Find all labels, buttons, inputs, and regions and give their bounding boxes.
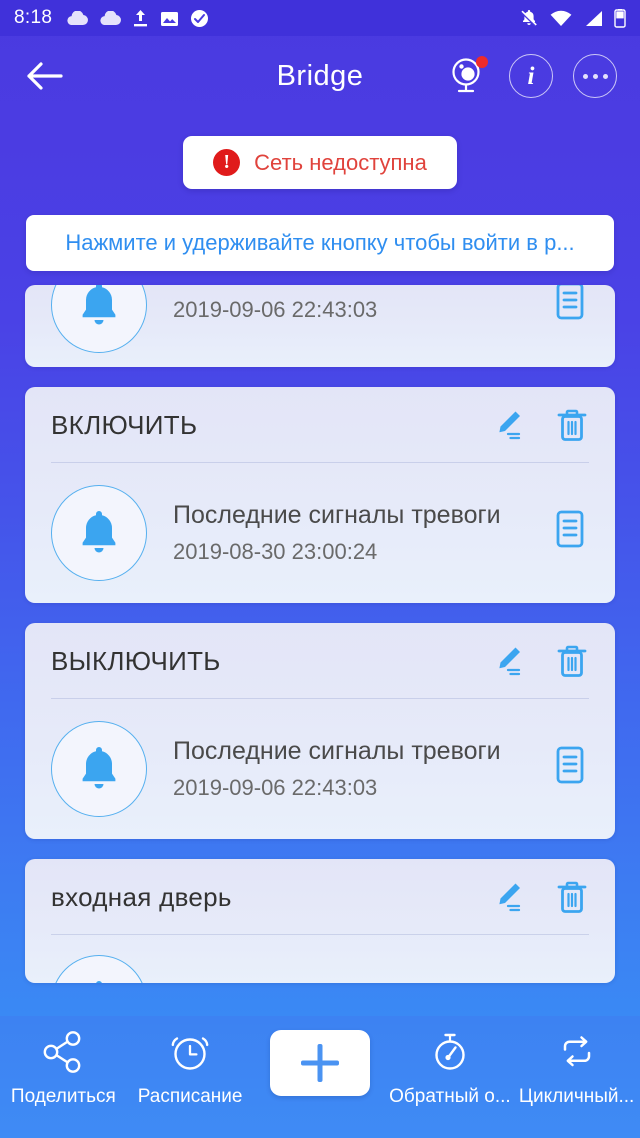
- device-card[interactable]: ВЫКЛЮЧИТЬ Последние сигналы тревоги 2019…: [25, 623, 615, 839]
- share-icon: [43, 1031, 81, 1073]
- bell-icon: [82, 511, 116, 553]
- card-title: ВКЛЮЧИТЬ: [51, 409, 198, 440]
- network-status-text: Сеть недоступна: [254, 149, 427, 175]
- edit-pencil-icon: [499, 647, 521, 676]
- card-body: [25, 935, 615, 983]
- alarm-label: Последние сигналы тревоги: [173, 737, 501, 765]
- status-bar-right-icons: [519, 8, 626, 28]
- card-clipped-region: 2019-09-06 22:43:03: [25, 285, 615, 367]
- status-bar-left-icons: [66, 9, 209, 28]
- edit-button[interactable]: [491, 408, 525, 442]
- card-body: Последние сигналы тревоги 2019-09-06 22:…: [25, 699, 615, 839]
- upload-icon: [134, 10, 148, 27]
- nav-item-cyclic[interactable]: Цикличный...: [513, 1030, 640, 1108]
- nav-item-countdown[interactable]: Обратный о...: [387, 1030, 514, 1108]
- card-text: 2019-09-06 22:43:03: [173, 288, 525, 323]
- delete-button[interactable]: [555, 879, 589, 915]
- cloud-icon: [100, 10, 122, 25]
- card-header: ВЫКЛЮЧИТЬ: [25, 623, 615, 699]
- alarm-label: Последние сигналы тревоги: [173, 501, 501, 529]
- app-header: Bridge i: [0, 36, 640, 116]
- log-document-icon: [556, 510, 584, 547]
- card-actions: [491, 407, 589, 443]
- error-icon: !: [213, 149, 241, 176]
- log-button[interactable]: [551, 285, 589, 330]
- bell-avatar: [51, 485, 147, 581]
- card-title: входная дверь: [51, 881, 232, 912]
- camera-button[interactable]: [444, 53, 490, 99]
- bell-avatar: [51, 721, 147, 817]
- back-arrow-icon: [27, 62, 63, 90]
- card-clipped-region: [25, 935, 615, 983]
- status-bar: 8:18: [0, 0, 640, 36]
- delete-button[interactable]: [555, 407, 589, 443]
- trash-icon: [557, 645, 587, 677]
- check-circle-icon: [191, 9, 209, 27]
- card-text: Последние сигналы тревоги 2019-08-30 23:…: [173, 501, 525, 565]
- bell-icon: [82, 747, 116, 789]
- bell-avatar: [51, 955, 147, 983]
- edit-button[interactable]: [491, 644, 525, 678]
- nav-item-add: [253, 1030, 386, 1096]
- card-body: Последние сигналы тревоги 2019-08-30 23:…: [25, 463, 615, 603]
- plus-icon: [301, 1044, 339, 1082]
- log-document-icon: [556, 285, 584, 319]
- network-banner-wrap: ! Сеть недоступна: [0, 136, 640, 189]
- card-actions: [491, 879, 589, 915]
- trash-icon: [557, 881, 587, 913]
- edit-button[interactable]: [491, 880, 525, 914]
- device-card[interactable]: ВКЛЮЧИТЬ Последние сигналы тревоги 2019-…: [25, 387, 615, 603]
- nav-item-share[interactable]: Поделиться: [0, 1030, 127, 1108]
- nav-label: Цикличный...: [518, 1086, 635, 1107]
- log-button[interactable]: [551, 509, 589, 558]
- more-options-icon: [573, 54, 617, 98]
- edit-pencil-icon: [499, 883, 521, 912]
- loop-icon: [563, 1036, 590, 1067]
- log-button[interactable]: [551, 745, 589, 794]
- bell-off-icon: [520, 10, 537, 27]
- nav-label: Поделиться: [10, 1086, 116, 1107]
- device-card-list: 2019-09-06 22:43:03 ВКЛЮЧИТЬ Последние с…: [0, 285, 640, 983]
- bell-avatar: [51, 285, 147, 353]
- hint-bar[interactable]: Нажмите и удерживайте кнопку чтобы войти…: [26, 215, 614, 271]
- card-header: ВКЛЮЧИТЬ: [25, 387, 615, 463]
- card-text: Последние сигналы тревоги 2019-09-06 22:…: [173, 737, 525, 801]
- more-options-button[interactable]: [572, 53, 618, 99]
- status-bar-time: 8:18: [14, 7, 53, 28]
- nav-item-schedule[interactable]: Расписание: [127, 1030, 254, 1108]
- battery-icon: [614, 8, 626, 28]
- notification-badge: [476, 56, 488, 68]
- add-button[interactable]: [270, 1030, 370, 1096]
- bottom-navigation: Поделиться Расписание Обратный о... Цикл…: [0, 1016, 640, 1138]
- header-actions: i: [444, 53, 618, 99]
- info-button[interactable]: i: [508, 53, 554, 99]
- card-title: ВЫКЛЮЧИТЬ: [51, 645, 221, 676]
- card-body: 2019-09-06 22:43:03: [25, 285, 615, 367]
- card-header: входная дверь: [25, 859, 615, 935]
- bell-icon: [96, 981, 102, 983]
- device-card[interactable]: 2019-09-06 22:43:03: [25, 285, 615, 367]
- alarm-time: 2019-08-30 23:00:24: [173, 539, 378, 564]
- log-document-icon: [556, 746, 584, 783]
- nav-label: Обратный о...: [389, 1086, 511, 1107]
- device-card[interactable]: входная дверь: [25, 859, 615, 983]
- back-button[interactable]: [22, 54, 66, 98]
- cellular-signal-icon: [586, 10, 602, 26]
- nav-label: Расписание: [137, 1086, 243, 1107]
- cloud-icon: [67, 10, 89, 25]
- alarm-time: 2019-09-06 22:43:03: [173, 296, 378, 322]
- image-icon: [161, 11, 179, 26]
- card-actions: [491, 643, 589, 679]
- edit-pencil-icon: [499, 411, 521, 440]
- alarm-clock-icon: [171, 1037, 209, 1070]
- info-icon: i: [509, 54, 553, 98]
- network-status-banner: ! Сеть недоступна: [183, 136, 457, 189]
- trash-icon: [557, 409, 587, 441]
- bell-icon: [82, 285, 116, 325]
- stopwatch-icon: [435, 1033, 465, 1070]
- delete-button[interactable]: [555, 643, 589, 679]
- alarm-time: 2019-09-06 22:43:03: [173, 775, 378, 800]
- wifi-icon: [550, 10, 572, 26]
